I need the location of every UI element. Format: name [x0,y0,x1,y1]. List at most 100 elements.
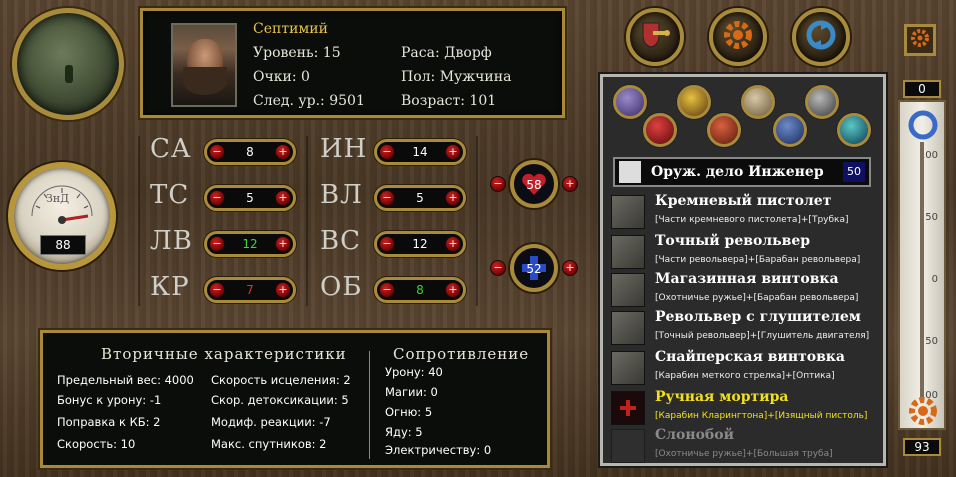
elephant-gun-icon [611,429,645,463]
orb-red-icon[interactable] [707,113,741,147]
character-portrait [171,23,237,107]
discipline-header: Оруж. дело Инженер 50 [613,157,871,187]
revolver-icon [611,235,645,269]
increase-button[interactable]: + [445,282,461,298]
hand-mortar-icon [611,391,645,425]
secondary-stat: Поправка к КБ: 2 [57,415,161,429]
stat-label-cha: ОБ [320,272,363,302]
decrease-button[interactable]: − [490,260,506,276]
discipline-value: 50 [843,162,865,182]
decrease-button[interactable]: − [490,176,506,192]
character-marker [65,65,73,83]
spells-button[interactable] [792,8,850,66]
increase-button[interactable]: + [445,190,461,206]
stat-value-per: 12 [412,237,428,251]
tech-item[interactable]: Кремневый пистолет [Части кремневого пис… [611,193,875,231]
tech-item-recipe: [Точный револьвер]+[Глушитель двигателя] [655,331,870,341]
secondary-stat: Модиф. реакции: -7 [211,415,331,429]
discipline-name: Оруж. дело Инженер [651,164,824,180]
thermo-tick: 0 [931,274,938,285]
tech-item-name: Слонобой [655,427,734,443]
tech-item[interactable]: Магазинная винтовка [Охотничье ружье]+[Б… [611,271,875,309]
flask-red-icon[interactable] [643,113,677,147]
character-next-level: След. ур.: 9501 [253,93,365,109]
stat-divider [476,136,478,306]
tech-magic-alignment-bar: 100 50 0 50 100 [898,100,946,430]
character-gender: Пол: Мужчина [401,69,512,85]
decrease-button[interactable]: − [379,190,395,206]
secondary-stat: Скорость: 10 [57,437,136,451]
tech-item-name: Магазинная винтовка [655,271,839,287]
lightning-icon[interactable] [677,85,711,119]
thermo-tick: 50 [925,212,938,223]
cycle-arrows-icon [908,110,938,140]
tech-button[interactable] [709,8,767,66]
tech-item-recipe: [Охотничье ружье]+[Большая труба] [655,449,833,459]
gear-icon [909,397,937,425]
tech-item[interactable]: Револьвер с глушителем [Точный револьвер… [611,309,875,347]
increase-button[interactable]: + [445,236,461,252]
thermo-tick: 50 [925,336,938,347]
stat-divider [138,136,140,306]
tech-item[interactable]: Снайперская винтовка [Карабин меткого ст… [611,349,875,387]
decrease-button[interactable]: − [209,282,225,298]
stat-box-con: − 5 + [204,185,296,211]
tech-item-locked[interactable]: Слонобой [Охотничье ружье]+[Большая труб… [611,427,875,465]
increase-button[interactable]: + [275,282,291,298]
decrease-button[interactable]: − [209,190,225,206]
increase-button[interactable]: + [275,236,291,252]
character-age: Возраст: 101 [401,93,497,109]
gears-icon[interactable] [773,113,807,147]
secondary-stat: Предельный вес: 4000 [57,373,194,387]
gun-icon[interactable] [741,85,775,119]
resistance-stat: Яду: 5 [385,425,423,439]
stat-label-beauty: КР [150,272,190,302]
decrease-button[interactable]: − [379,144,395,160]
minimap[interactable] [12,8,124,120]
tech-item-name: Точный револьвер [655,233,811,249]
stat-value-dex: 12 [242,237,258,251]
stat-value-beauty: 7 [246,283,254,297]
tech-degree-button[interactable] [904,24,936,56]
resistance-stat: Урону: 40 [385,365,443,379]
skills-button[interactable] [626,8,684,66]
increase-button[interactable]: + [562,176,578,192]
decrease-button[interactable]: − [379,236,395,252]
bottle-icon[interactable] [613,85,647,119]
tech-gear-icon [909,27,931,53]
tech-item-selected[interactable]: Ручная мортира [Карабин Кларингтона]+[Из… [611,389,875,427]
increase-button[interactable]: + [445,144,461,160]
fatigue-gauge: − 52 + [490,244,578,292]
tech-item[interactable]: Точный револьвер [Части револьвера]+[Бар… [611,233,875,271]
increase-button[interactable]: + [275,190,291,206]
portrait-beard [183,67,227,95]
stat-box-str: − 8 + [204,139,296,165]
resistance-stat: Огню: 5 [385,405,433,419]
increase-button[interactable]: + [275,144,291,160]
secondary-stat: Макс. спутников: 2 [211,437,327,451]
decrease-button[interactable]: − [379,282,395,298]
secondary-title: Вторичные характеристики [101,345,347,363]
character-points: Очки: 0 [253,69,310,85]
secondary-stat: Скорость исцеления: 2 [211,373,351,387]
stat-box-cha: − 8 + [374,277,466,303]
thermo-top-value: 0 [903,80,941,98]
tech-item-recipe: [Карабин меткого стрелка]+[Оптика] [655,371,835,381]
secondary-stat: Скор. детоксикации: 5 [211,393,349,407]
flask-blue-icon[interactable] [837,113,871,147]
anvil-icon[interactable] [805,85,839,119]
decrease-button[interactable]: − [209,236,225,252]
secondary-stat: Бонус к урону: -1 [57,393,162,407]
stat-box-will: − 5 + [374,185,466,211]
stat-value-str: 8 [246,145,254,159]
thermo-bottom-value: 93 [903,438,941,456]
decrease-button[interactable]: − [209,144,225,160]
stat-value-cha: 8 [416,283,424,297]
character-info-panel: Септимий Уровень: 15 Очки: 0 След. ур.: … [140,8,565,118]
increase-button[interactable]: + [562,260,578,276]
gear-icon [721,18,755,56]
rifle-icon [611,273,645,307]
gauge-label: ЗнД [46,192,70,205]
character-level: Уровень: 15 [253,45,341,61]
character-name: Септимий [253,21,328,37]
